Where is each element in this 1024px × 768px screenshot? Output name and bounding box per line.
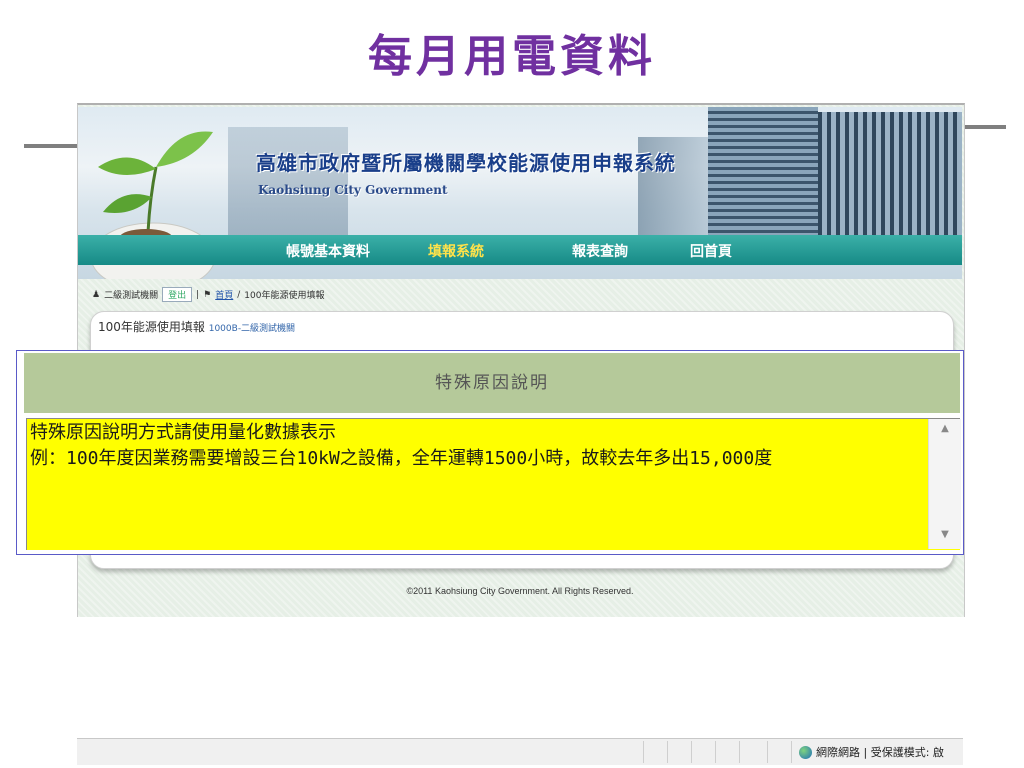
nav-item-query[interactable]: 報表查詢: [572, 241, 628, 261]
breadcrumb: ♟ 二級測試機關 登出 | ⚑ 首頁 / 100年能源使用填報: [92, 287, 324, 302]
site-title: 高雄市政府暨所屬機關學校能源使用申報系統: [256, 151, 676, 175]
building-illustration: [708, 107, 818, 247]
security-zone[interactable]: 網際網路 | 受保護模式: 啟: [799, 744, 944, 760]
reason-text[interactable]: 特殊原因說明方式請使用量化數據表示 例：100年度因業務需要增設三台10kW之設…: [30, 420, 910, 472]
status-divider: [739, 741, 740, 763]
header-banner: 高雄市政府暨所屬機關學校能源使用申報系統 Kaohsiung City Gove…: [78, 107, 962, 279]
breadcrumb-separator: /: [237, 289, 241, 300]
building-illustration: [818, 112, 962, 252]
status-divider: [643, 741, 644, 763]
security-zone-text: 網際網路 | 受保護模式: 啟: [816, 746, 944, 759]
status-divider: [667, 741, 668, 763]
main-nav: 帳號基本資料 填報系統 報表查詢 回首頁: [78, 235, 962, 265]
page-heading: 100年能源使用填報 1000B-二級測試機關: [98, 318, 295, 335]
user-icon: ♟: [92, 289, 101, 300]
status-divider: [791, 741, 792, 763]
building-illustration: [228, 127, 348, 237]
popup-title: 特殊原因說明: [24, 353, 960, 413]
decorative-line-left: [24, 144, 78, 148]
decorative-line-right: [962, 125, 1006, 129]
textarea-scrollbar[interactable]: ▲ ▼: [928, 419, 961, 549]
status-divider: [691, 741, 692, 763]
page-heading-sub: 1000B-二級測試機關: [208, 324, 296, 334]
page-heading-text: 100年能源使用填報: [98, 320, 205, 334]
home-icon: ⚑: [203, 289, 212, 300]
browser-status-bar: 網際網路 | 受保護模式: 啟: [77, 738, 963, 765]
user-name: 二級測試機關: [104, 291, 159, 301]
logout-button[interactable]: 登出: [162, 287, 193, 302]
divider: |: [196, 289, 200, 300]
breadcrumb-current: 100年能源使用填報: [244, 291, 325, 301]
status-divider: [767, 741, 768, 763]
site-subtitle: Kaohsiung City Government: [258, 183, 448, 197]
nav-item-report-system[interactable]: 填報系統: [428, 241, 484, 261]
breadcrumb-home-link[interactable]: 首頁: [215, 288, 233, 301]
globe-icon: [799, 745, 812, 759]
nav-item-home[interactable]: 回首頁: [690, 241, 732, 261]
slide-title: 每月用電資料: [368, 31, 656, 82]
nav-item-account[interactable]: 帳號基本資料: [286, 241, 370, 261]
footer-copyright: ©2011 Kaohsiung City Government. All Rig…: [406, 586, 634, 596]
scroll-down-icon[interactable]: ▼: [929, 529, 961, 540]
status-divider: [715, 741, 716, 763]
scroll-up-icon[interactable]: ▲: [929, 423, 961, 434]
